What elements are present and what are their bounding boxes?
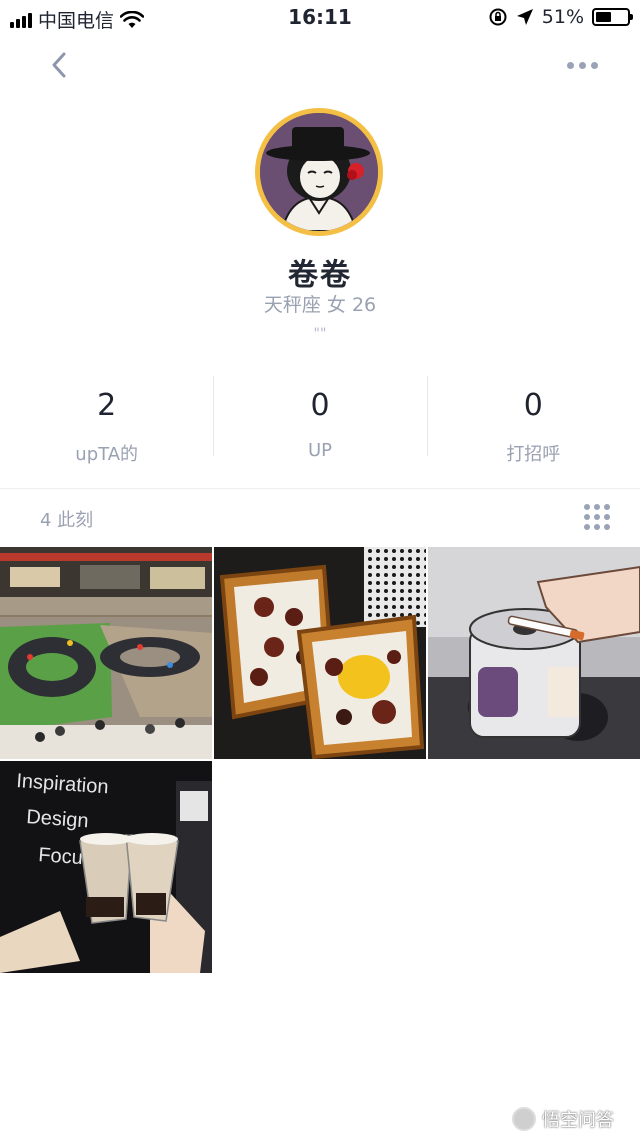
location-arrow-icon	[516, 9, 533, 25]
moments-count: 4 此刻	[40, 510, 94, 531]
stat-greet[interactable]: 0 打招呼	[426, 376, 640, 465]
profile-bio: ""	[313, 326, 327, 342]
stat-value: 2	[97, 388, 117, 423]
stat-label: upTA的	[75, 444, 139, 465]
stat-value: 0	[310, 388, 330, 423]
watermark: 悟空问答	[512, 1106, 614, 1132]
battery-percent: 51%	[541, 6, 584, 28]
mall-racetrack-photo[interactable]	[0, 547, 212, 759]
stat-upta[interactable]: 2 upTA的	[0, 376, 213, 465]
battery-icon	[592, 8, 633, 26]
bubble-tea-photo[interactable]: Inspiration Design Focus	[0, 761, 212, 973]
watermark-text: 悟空问答	[542, 1110, 614, 1131]
stats-row: 2 upTA的 0 UP 0 打招呼	[0, 376, 640, 465]
avatar-illustration	[260, 113, 378, 231]
stat-label: 打招呼	[506, 444, 561, 465]
avatar[interactable]	[255, 108, 383, 236]
rotation-lock-icon	[489, 8, 507, 26]
stat-up[interactable]: 0 UP	[213, 376, 426, 461]
grid-view-icon[interactable]	[584, 504, 610, 530]
back-button[interactable]	[44, 50, 74, 80]
more-button[interactable]	[562, 52, 602, 78]
more-horizontal-icon	[566, 61, 574, 69]
profile-name: 卷卷	[288, 258, 352, 293]
battery-level	[596, 12, 611, 22]
status-bar: 中国电信 16:11 51%	[0, 0, 640, 34]
profile-subinfo: 天秤座 女 26	[263, 294, 377, 316]
chevron-left-icon	[52, 52, 66, 78]
inari-sushi-photo[interactable]	[214, 547, 426, 759]
wall-text-line: Design	[26, 806, 90, 832]
stat-value: 0	[523, 388, 543, 423]
anime-can-photo[interactable]	[428, 547, 640, 759]
section-divider	[0, 488, 640, 489]
wukong-logo-icon	[512, 1107, 536, 1131]
stat-label: UP	[307, 440, 332, 461]
